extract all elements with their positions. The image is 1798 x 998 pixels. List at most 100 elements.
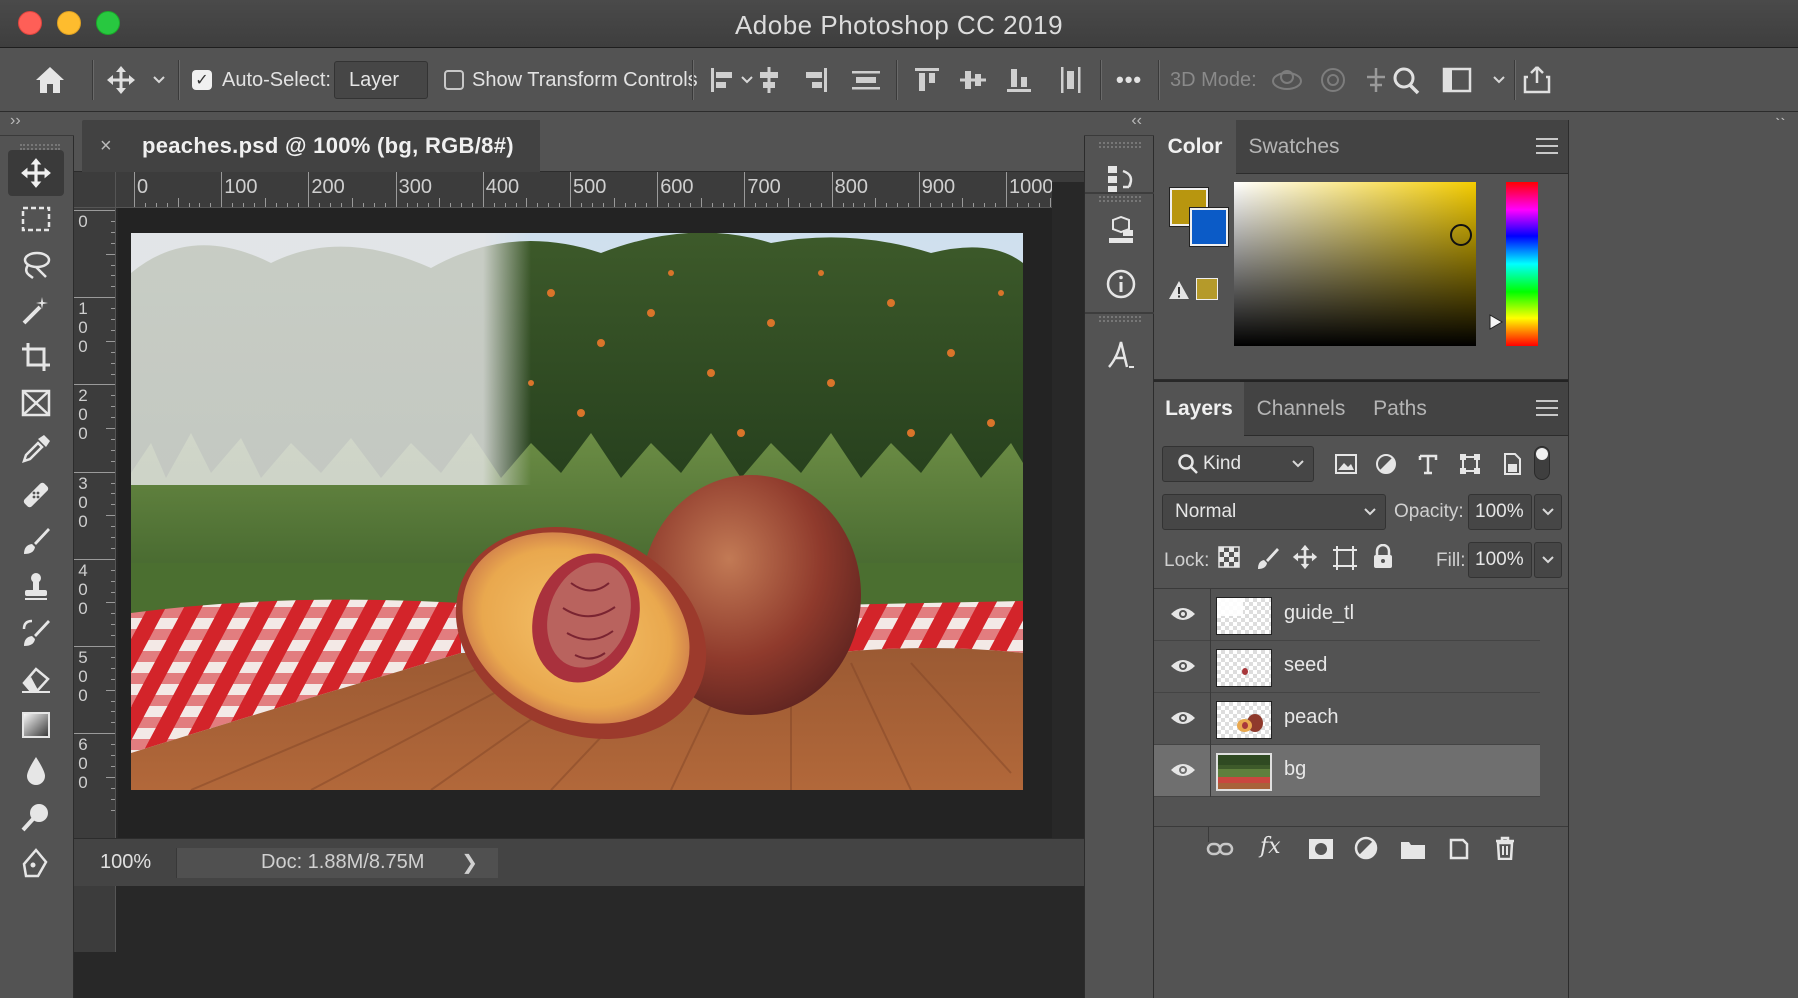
zoom-level[interactable]: 100% <box>74 851 176 874</box>
info-panel-button[interactable] <box>1097 260 1145 308</box>
workspace-switcher-button[interactable] <box>1442 48 1506 112</box>
layer-visibility-toggle[interactable] <box>1168 651 1198 681</box>
magic-wand-tool[interactable] <box>8 288 64 334</box>
document-info[interactable]: Doc: 1.88M/8.75M ❯ <box>176 847 498 878</box>
tab-channels[interactable]: Channels <box>1244 382 1358 436</box>
eraser-tool[interactable] <box>8 656 64 702</box>
dodge-tool[interactable] <box>8 794 64 840</box>
move-tool-preset-picker[interactable] <box>106 48 166 112</box>
align-bottom-edges-button[interactable] <box>1004 48 1034 112</box>
layer-visibility-toggle[interactable] <box>1168 599 1198 629</box>
home-button[interactable] <box>34 48 66 112</box>
color-panel-menu-button[interactable] <box>1536 138 1558 154</box>
layer-visibility-toggle[interactable] <box>1168 755 1198 785</box>
show-transform-checkbox[interactable] <box>444 70 464 90</box>
distribute-vertical-button[interactable] <box>850 48 882 112</box>
hue-slider[interactable] <box>1506 182 1538 346</box>
mini-panel-grip[interactable] <box>1099 316 1141 322</box>
link-layers-button[interactable] <box>1206 840 1234 863</box>
lock-image-pixels-button[interactable] <box>1256 546 1280 570</box>
mini-panel-grip[interactable] <box>1099 142 1141 148</box>
clone-stamp-tool[interactable] <box>8 564 64 610</box>
add-layer-style-button[interactable]: fx <box>1260 834 1281 859</box>
fill-slider-button[interactable] <box>1534 542 1562 578</box>
ruler-minor-tick <box>111 613 115 615</box>
history-brush-tool[interactable] <box>8 610 64 656</box>
share-button[interactable] <box>1522 48 1552 112</box>
layer-row-seed[interactable]: seed <box>1154 641 1540 693</box>
tab-swatches[interactable]: Swatches <box>1236 120 1352 174</box>
filter-shape-layers-button[interactable] <box>1450 444 1490 484</box>
show-transform-controls-toggle[interactable]: Show Transform Controls <box>444 48 698 112</box>
pen-tool[interactable] <box>8 840 64 886</box>
new-layer-button[interactable] <box>1448 836 1470 865</box>
gradient-tool[interactable] <box>8 702 64 748</box>
mini-panel-grip[interactable] <box>1099 196 1141 202</box>
layer-row-bg[interactable]: bg <box>1154 745 1540 797</box>
healing-brush-tool[interactable] <box>8 472 64 518</box>
crop-tool[interactable] <box>8 334 64 380</box>
layer-filter-kind-dropdown[interactable]: Kind <box>1162 446 1314 482</box>
lock-artboard-button[interactable] <box>1332 546 1358 570</box>
add-layer-mask-button[interactable] <box>1308 838 1334 865</box>
3d-orbit-button[interactable] <box>1270 48 1304 112</box>
toolbar-collapse-button[interactable]: ›› <box>10 112 21 130</box>
layer-filter-toggle[interactable] <box>1534 446 1550 480</box>
document-tab[interactable]: × peaches.psd @ 100% (bg, RGB/8#) <box>82 120 540 172</box>
tab-paths[interactable]: Paths <box>1358 382 1442 436</box>
auto-select-target-dropdown[interactable]: Layer <box>334 48 753 112</box>
document-image[interactable] <box>131 233 1023 790</box>
new-adjustment-layer-button[interactable] <box>1354 836 1380 867</box>
3d-panel-button[interactable] <box>1097 208 1145 256</box>
filter-type-layers-button[interactable] <box>1408 444 1448 484</box>
close-tab-button[interactable]: × <box>100 135 122 158</box>
align-horizontal-centers-button[interactable] <box>754 48 784 112</box>
background-color-swatch[interactable] <box>1189 207 1229 247</box>
blur-tool[interactable] <box>8 748 64 794</box>
brush-tool[interactable] <box>8 518 64 564</box>
layers-panel-menu-button[interactable] <box>1536 400 1558 416</box>
ruler-minor-tick <box>1049 198 1051 207</box>
move-tool[interactable] <box>8 150 64 196</box>
status-menu-arrow[interactable]: ❯ <box>461 850 478 875</box>
filter-adjustment-layers-button[interactable] <box>1366 444 1406 484</box>
mini-panel-collapse-button[interactable]: ‹‹ <box>1131 112 1142 130</box>
ruler-origin[interactable] <box>74 172 116 208</box>
marquee-tool[interactable] <box>8 196 64 242</box>
filter-pixel-layers-button[interactable] <box>1326 444 1366 484</box>
lock-position-button[interactable] <box>1292 544 1318 570</box>
blend-mode-dropdown[interactable]: Normal <box>1162 494 1386 530</box>
saturation-value-field[interactable] <box>1234 182 1476 346</box>
align-right-edges-button[interactable] <box>800 48 830 112</box>
more-options-button[interactable]: ••• <box>1116 48 1142 112</box>
align-left-edges-button[interactable] <box>708 48 738 112</box>
align-vertical-centers-button[interactable] <box>958 48 988 112</box>
lasso-tool[interactable] <box>8 242 64 288</box>
opacity-slider-button[interactable] <box>1534 494 1562 530</box>
color-picker-handle[interactable] <box>1450 224 1472 246</box>
fill-input[interactable]: 100% <box>1468 542 1532 578</box>
tab-color[interactable]: Color <box>1154 120 1236 174</box>
delete-layer-button[interactable] <box>1494 836 1516 865</box>
glyphs-panel-button[interactable] <box>1097 330 1145 378</box>
filter-smart-objects-button[interactable] <box>1492 444 1532 484</box>
layer-visibility-toggle[interactable] <box>1168 703 1198 733</box>
layer-row-guide_tl[interactable]: guide_tl <box>1154 589 1540 641</box>
hue-slider-handle[interactable] <box>1488 314 1504 330</box>
3d-roll-button[interactable] <box>1318 48 1348 112</box>
3d-pan-button[interactable] <box>1362 48 1390 112</box>
tab-layers[interactable]: Layers <box>1154 382 1244 436</box>
eyedropper-tool[interactable] <box>8 426 64 472</box>
layer-row-peach[interactable]: peach <box>1154 693 1540 745</box>
frame-tool[interactable] <box>8 380 64 426</box>
lock-transparent-pixels-button[interactable] <box>1218 546 1242 570</box>
3d-zoom-button[interactable] <box>1392 48 1420 112</box>
auto-select-checkbox[interactable]: ✓ <box>192 70 212 90</box>
align-top-edges-button[interactable] <box>912 48 942 112</box>
gamut-corrected-swatch[interactable] <box>1196 278 1218 300</box>
auto-select-toggle[interactable]: ✓ Auto-Select: <box>192 48 331 112</box>
distribute-horizontal-button[interactable] <box>1056 48 1086 112</box>
new-group-button[interactable] <box>1400 838 1426 865</box>
opacity-input[interactable]: 100% <box>1468 494 1532 530</box>
lock-all-button[interactable] <box>1372 543 1394 570</box>
